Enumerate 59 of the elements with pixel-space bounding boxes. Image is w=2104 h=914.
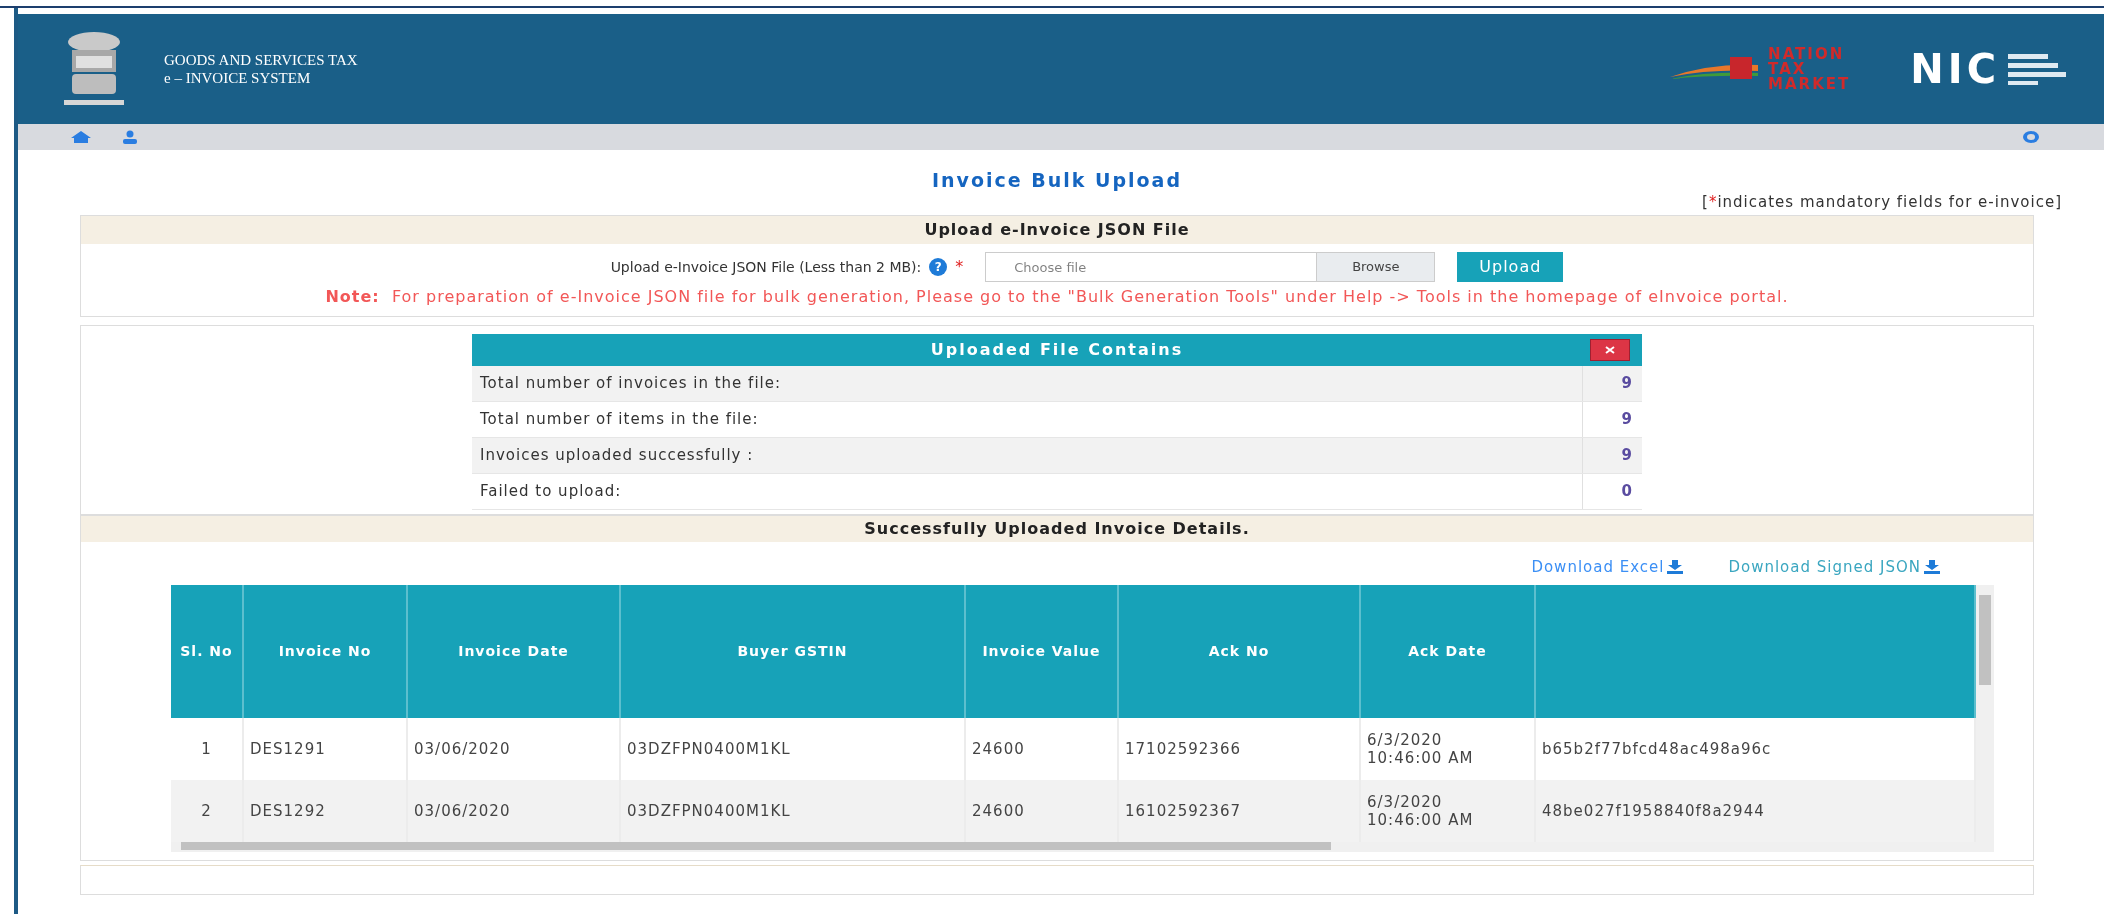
summary-count: 9 <box>1582 402 1642 437</box>
section-header: Successfully Uploaded Invoice Details. <box>81 516 2033 542</box>
nic-subtitle-icon <box>2008 52 2068 86</box>
note-text: Note: For preparation of e-Invoice JSON file for bulk generation, Please go to the "Bulk Generation Tools" under Help -> Tools in the homepage of eInvoice portal. <box>324 286 1790 308</box>
column-header: Ack No <box>1208 642 1270 660</box>
table-cell: 24600 <box>972 739 1025 758</box>
download-icon <box>1666 560 1685 575</box>
table-cell: 2 <box>201 801 212 820</box>
column-header: Invoice Value <box>982 642 1101 660</box>
summary-title: Uploaded File Contains <box>930 339 1184 361</box>
table-cell: 17102592366 <box>1125 739 1241 758</box>
table-cell: b65b2f77bfcd48ac498a96c <box>1542 739 1772 758</box>
settings-icon[interactable] <box>2022 130 2040 144</box>
column-header: Invoice Date <box>458 642 569 660</box>
vertical-scrollbar[interactable] <box>1976 584 1994 852</box>
user-icon[interactable] <box>122 130 138 144</box>
summary-count: 9 <box>1582 438 1642 473</box>
column-header: Invoice No <box>278 642 372 660</box>
header-title: GOODS AND SERVICES TAX <box>164 51 358 69</box>
section-header: Upload e-Invoice JSON File <box>81 216 2033 244</box>
table-cell: 1 <box>201 739 212 758</box>
table-cell: 03DZFPN0400M1KL <box>627 739 791 758</box>
summary-label: Invoices uploaded successfully : <box>479 445 755 467</box>
table-cell: 03/06/2020 <box>414 739 511 758</box>
page-title: Invoice Bulk Upload <box>931 168 1183 193</box>
table-cell: 24600 <box>972 801 1025 820</box>
summary-label: Total number of invoices in the file: <box>479 373 783 395</box>
column-header: Buyer GSTIN <box>737 642 848 660</box>
summary-count: 9 <box>1582 366 1642 401</box>
required-mark: * <box>955 256 964 278</box>
mandatory-note: [*indicates mandatory fields for e-invoice] <box>1702 191 2062 213</box>
table-cell: 6/3/2020 10:46:00 AM <box>1367 792 1474 829</box>
column-header: Sl. No <box>180 642 233 660</box>
download-link[interactable]: Download Excel <box>1531 556 1685 579</box>
download-link[interactable]: Download Signed JSON <box>1728 556 1941 579</box>
table-cell: 03DZFPN0400M1KL <box>627 801 791 820</box>
summary-label: Total number of items in the file: <box>479 409 760 431</box>
table-cell: 03/06/2020 <box>414 801 511 820</box>
nic-logo: NIC <box>1910 45 2000 94</box>
file-input[interactable]: Choose file <box>985 252 1318 282</box>
home-icon[interactable] <box>70 130 92 144</box>
table-cell: 48be027f1958840f8a2944 <box>1542 801 1765 820</box>
close-button[interactable] <box>1590 339 1630 361</box>
table-cell: 6/3/2020 10:46:00 AM <box>1367 730 1474 767</box>
summary-count: 0 <box>1582 474 1642 509</box>
help-icon[interactable]: ? <box>929 258 948 276</box>
table-cell: DES1291 <box>250 739 326 758</box>
column-header: Ack Date <box>1408 642 1487 660</box>
close-icon <box>1605 346 1615 354</box>
field-label: Upload e-Invoice JSON File (Less than 2 MB): <box>610 257 922 277</box>
horizontal-scrollbar[interactable] <box>171 841 1976 852</box>
summary-label: Failed to upload: <box>479 481 623 503</box>
upload-button[interactable]: Upload <box>1457 252 1564 282</box>
table-cell: 16102592367 <box>1125 801 1241 820</box>
download-icon <box>1923 560 1941 575</box>
browse-button[interactable]: Browse <box>1317 252 1436 282</box>
partner-logo: NATION TAX MARKET <box>1670 46 1851 92</box>
table-cell: DES1292 <box>250 801 326 820</box>
header-subtitle: e – INVOICE SYSTEM <box>164 69 312 87</box>
